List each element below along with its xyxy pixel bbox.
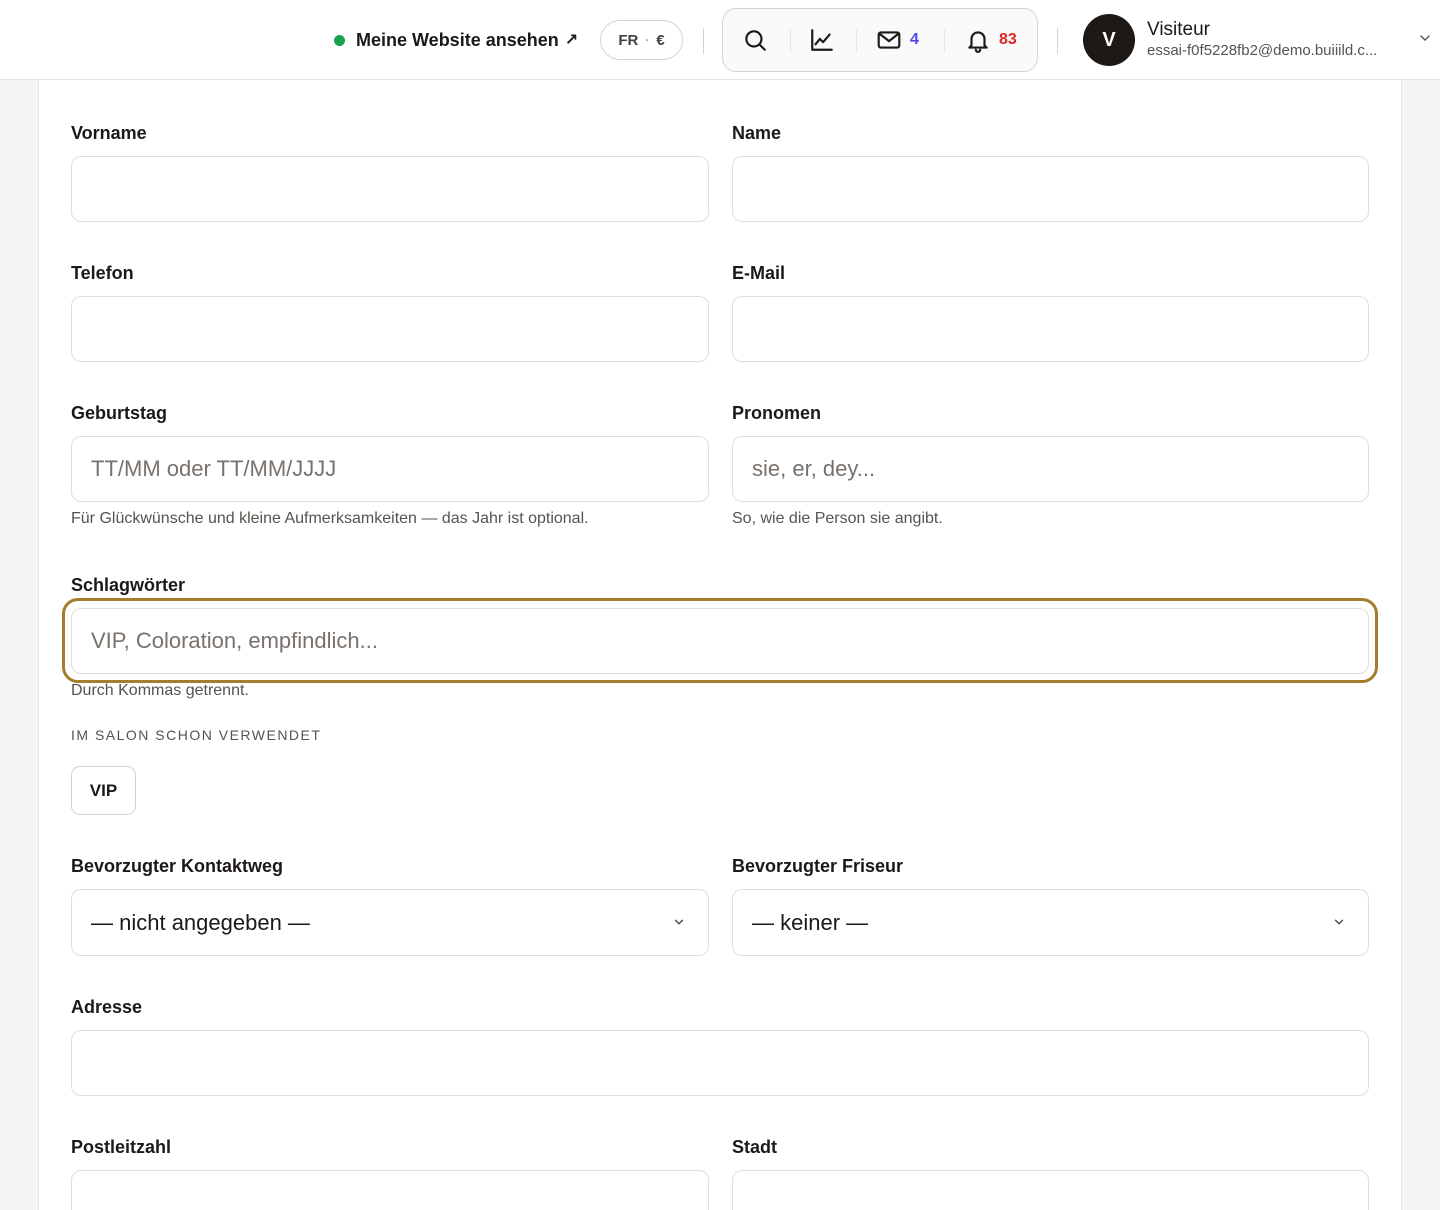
locale-switcher[interactable]: FR · € bbox=[600, 20, 683, 60]
chevron-down-icon bbox=[1334, 919, 1344, 925]
top-bar: Meine Website ansehen ↗ FR · € 4 83 V Vi… bbox=[0, 0, 1440, 80]
user-avatar[interactable]: V bbox=[1083, 14, 1135, 66]
mail-icon bbox=[877, 31, 901, 49]
geburtstag-label: Geburtstag bbox=[71, 403, 168, 423]
icon-separator bbox=[790, 29, 791, 53]
geburtstag-help: Für Glückwünsche und kleine Aufmerksamke… bbox=[71, 510, 589, 527]
external-link-icon: ↗ bbox=[564, 32, 579, 49]
email-input[interactable] bbox=[732, 296, 1369, 362]
schlagwoerter-help: Durch Kommas getrennt. bbox=[71, 682, 249, 699]
icon-separator bbox=[856, 29, 857, 53]
used-tags-caption: IM SALON SCHON VERWENDET bbox=[71, 727, 322, 743]
online-status-dot bbox=[334, 34, 345, 46]
name-input[interactable] bbox=[732, 156, 1369, 222]
icon-separator bbox=[944, 29, 945, 53]
friseur-selected: — keiner — bbox=[752, 909, 869, 935]
chevron-down-icon bbox=[674, 919, 684, 925]
email-label: E-Mail bbox=[732, 263, 786, 283]
stadt-label: Stadt bbox=[732, 1137, 777, 1157]
currency-symbol: € bbox=[656, 31, 665, 49]
view-website-label: Meine Website ansehen bbox=[356, 29, 559, 50]
user-email: essai-f0f5228fb2@demo.buiiild.c... bbox=[1147, 42, 1378, 59]
header-divider bbox=[703, 28, 704, 54]
header-action-group: 4 83 bbox=[722, 8, 1038, 72]
notification-count-badge: 83 bbox=[999, 31, 1017, 48]
telefon-label: Telefon bbox=[71, 263, 134, 283]
tag-chip-vip[interactable]: VIP bbox=[71, 766, 136, 815]
postleitzahl-input[interactable] bbox=[71, 1170, 709, 1210]
name-label: Name bbox=[732, 123, 782, 143]
adresse-input[interactable] bbox=[71, 1030, 1369, 1096]
postleitzahl-label: Postleitzahl bbox=[71, 1137, 172, 1157]
mail-count-badge: 4 bbox=[910, 31, 919, 48]
bell-icon bbox=[968, 31, 988, 53]
pronomen-placeholder: sie, er, dey... bbox=[752, 456, 876, 481]
kontaktweg-label: Bevorzugter Kontaktweg bbox=[71, 856, 284, 876]
pronomen-label: Pronomen bbox=[732, 403, 822, 423]
friseur-select[interactable]: — keiner — bbox=[732, 889, 1369, 956]
view-website-link[interactable]: Meine Website ansehen ↗ bbox=[334, 27, 578, 53]
stadt-input[interactable] bbox=[732, 1170, 1369, 1210]
geburtstag-input[interactable]: TT/MM oder TT/MM/JJJJ bbox=[71, 436, 709, 502]
header-divider bbox=[1057, 28, 1058, 54]
schlagwoerter-placeholder: VIP, Coloration, empfindlich... bbox=[91, 628, 378, 653]
locale-separator: · bbox=[645, 33, 650, 47]
pronomen-help: So, wie die Person sie angibt. bbox=[732, 510, 943, 527]
search-icon bbox=[745, 30, 766, 51]
geburtstag-placeholder: TT/MM oder TT/MM/JJJJ bbox=[91, 456, 337, 481]
pronomen-input[interactable]: sie, er, dey... bbox=[732, 436, 1369, 502]
vorname-label: Vorname bbox=[71, 123, 147, 143]
kontaktweg-select[interactable]: — nicht angegeben — bbox=[71, 889, 709, 956]
vorname-input[interactable] bbox=[71, 156, 709, 222]
analytics-button[interactable] bbox=[809, 23, 835, 57]
chevron-down-icon[interactable] bbox=[1417, 30, 1433, 46]
friseur-label: Bevorzugter Friseur bbox=[732, 856, 904, 876]
schlagwoerter-input[interactable]: VIP, Coloration, empfindlich... bbox=[71, 608, 1369, 674]
telefon-input[interactable] bbox=[71, 296, 709, 362]
notifications-button[interactable]: 83 bbox=[965, 23, 1017, 57]
search-button[interactable] bbox=[742, 23, 768, 57]
adresse-label: Adresse bbox=[71, 997, 143, 1017]
user-name[interactable]: Visiteur bbox=[1147, 19, 1210, 41]
language-code: FR bbox=[618, 31, 639, 49]
analytics-icon bbox=[811, 29, 833, 51]
kontaktweg-selected: — nicht angegeben — bbox=[91, 909, 310, 935]
schlagwoerter-label: Schlagwörter bbox=[71, 575, 186, 595]
messages-button[interactable]: 4 bbox=[876, 23, 919, 57]
